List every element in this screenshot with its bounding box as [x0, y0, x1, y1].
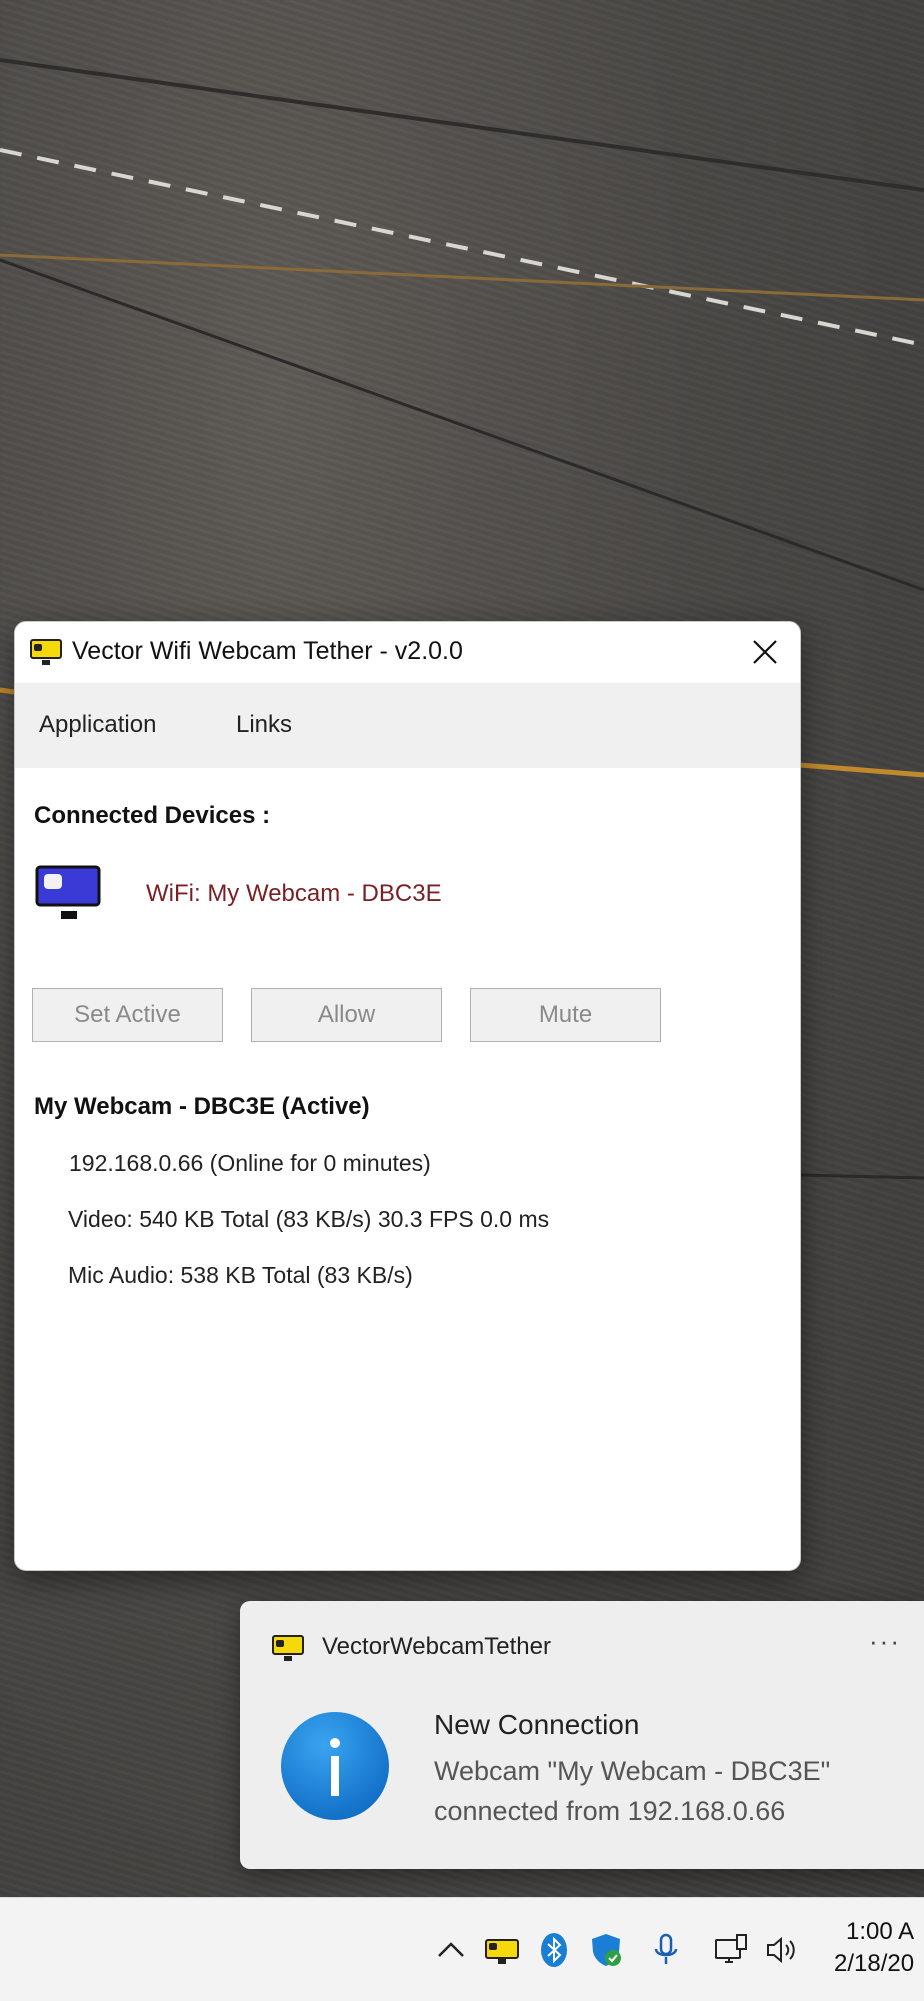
set-active-button[interactable]: Set Active — [32, 988, 223, 1042]
menu-application[interactable]: Application — [39, 711, 156, 739]
webcam-device-icon — [35, 865, 101, 919]
app-icon — [30, 639, 62, 665]
clock-date: 2/18/20 — [834, 1950, 915, 1977]
more-options-button[interactable]: ··· — [860, 1621, 910, 1661]
connected-devices-heading: Connected Devices : — [34, 802, 271, 829]
microphone-icon[interactable] — [648, 1932, 684, 1968]
network-icon[interactable] — [713, 1932, 749, 1968]
taskbar: 1:00 A 2/18/20 — [0, 1897, 924, 2001]
active-device-heading: My Webcam - DBC3E (Active) — [34, 1093, 370, 1120]
menu-bar: Application Links — [15, 683, 800, 768]
title-bar[interactable]: Vector Wifi Webcam Tether - v2.0.0 — [15, 622, 800, 683]
system-clock[interactable]: 1:00 A 2/18/20 — [834, 1916, 914, 1980]
defender-shield-icon[interactable] — [588, 1932, 624, 1968]
audio-stats-text: Mic Audio: 538 KB Total (83 KB/s) — [68, 1262, 413, 1288]
clock-time: 1:00 A — [846, 1918, 915, 1945]
device-list-item[interactable]: WiFi: My Webcam - DBC3E — [35, 865, 535, 925]
close-button[interactable] — [730, 622, 800, 683]
bluetooth-icon[interactable] — [536, 1932, 572, 1968]
webcam-tether-icon[interactable] — [484, 1932, 520, 1968]
info-icon — [281, 1712, 389, 1820]
toast-title: New Connection — [434, 1709, 640, 1740]
notification-toast[interactable]: VectorWebcamTether ··· New Connection We… — [240, 1601, 924, 1869]
window-title: Vector Wifi Webcam Tether - v2.0.0 — [72, 637, 463, 665]
toast-body-line: connected from 192.168.0.66 — [434, 1796, 786, 1826]
allow-button[interactable]: Allow — [251, 988, 442, 1042]
menu-links[interactable]: Links — [236, 711, 292, 739]
webcam-tether-icon — [272, 1635, 304, 1661]
toast-body-line: Webcam "My Webcam - DBC3E" — [434, 1756, 831, 1786]
toast-body: Webcam "My Webcam - DBC3E" connected fro… — [434, 1751, 830, 1831]
app-window: Vector Wifi Webcam Tether - v2.0.0 Appli… — [14, 621, 801, 1571]
device-label: WiFi: My Webcam - DBC3E — [146, 880, 442, 907]
ip-status-text: 192.168.0.66 (Online for 0 minutes) — [69, 1150, 431, 1176]
mute-button[interactable]: Mute — [470, 988, 661, 1042]
close-icon — [753, 640, 777, 664]
video-stats-text: Video: 540 KB Total (83 KB/s) 30.3 FPS 0… — [68, 1206, 550, 1232]
chevron-up-icon[interactable] — [433, 1932, 469, 1968]
toast-app-name: VectorWebcamTether — [322, 1633, 551, 1660]
volume-icon[interactable] — [764, 1932, 800, 1968]
